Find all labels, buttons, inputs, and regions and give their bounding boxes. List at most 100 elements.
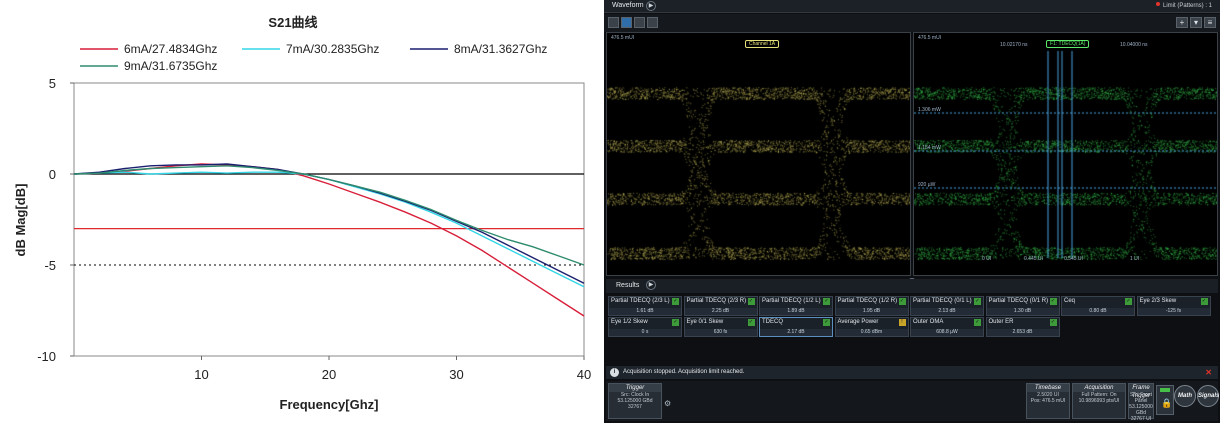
frame-trigger-panel[interactable]: Frame Trigger Src: Front Panel 53.125000… [1128, 383, 1154, 422]
bottom-control-bar: Trigger Src: Clock In 53.125000 GBd 3276… [606, 381, 1219, 422]
result-value: 2.25 dB [684, 308, 757, 315]
legend-label-3: 9mA/31.6735Ghz [124, 59, 217, 73]
result-cell[interactable]: Partial TDECQ (1/2 L) ✓ 1.89 dB [759, 296, 833, 316]
pass-check-icon: ✓ [974, 319, 981, 326]
result-cell[interactable]: Partial TDECQ (2/3 L) ✓ 1.61 dB [608, 296, 682, 316]
result-name: Partial TDECQ (2/3 L) [611, 298, 670, 304]
menu-icon[interactable]: ≡ [1204, 17, 1216, 28]
pass-check-icon: ✓ [823, 298, 830, 305]
result-cell[interactable]: Average Power! 0.65 dBm [834, 317, 909, 337]
eye-diagram-yellow [607, 33, 910, 275]
eye-pane-channel-1a[interactable]: 476.5 mUI Channel 1A [606, 32, 911, 276]
trigger-gear-icon[interactable]: ⚙ [664, 399, 671, 408]
close-icon[interactable]: ✕ [1205, 368, 1212, 377]
trigger-line-3: 32767 [628, 404, 642, 410]
pass-check-icon: ✓ [747, 298, 755, 305]
trigger-title: Trigger [609, 384, 661, 392]
signals-button[interactable]: Signals [1197, 385, 1219, 407]
legend-label-0: 6mA/27.4834Ghz [124, 42, 217, 56]
result-cell[interactable]: TDECQ ✓ 2.17 dB [759, 317, 833, 337]
frame-trigger-line-3: 32767 UI [1130, 416, 1152, 422]
math-button[interactable]: Math [1174, 385, 1196, 407]
chart-title: S21曲线 [268, 15, 317, 30]
waveform-play-icon[interactable]: ▶ [646, 1, 656, 11]
results-header: Results ▶ [606, 279, 1218, 293]
result-value: 0.80 dB [1062, 308, 1134, 315]
layout-grid-button[interactable] [647, 17, 658, 28]
pane-a-badge[interactable]: Channel 1A [745, 40, 780, 48]
trigger-panel[interactable]: Trigger Src: Clock In 53.125000 GBd 3276… [608, 383, 662, 419]
pass-check-icon: ✓ [974, 298, 981, 305]
status-bar: i Acquisition stopped. Acquisition limit… [606, 366, 1218, 379]
y-tick-label: 5 [49, 76, 56, 91]
result-name: Partial TDECQ (2/3 R) [686, 298, 747, 304]
result-value: 1.61 dB [609, 308, 681, 315]
result-cell[interactable]: Partial TDECQ (0/1 L) ✓ 2.13 dB [910, 296, 984, 316]
result-name: Outer ER [988, 319, 1014, 325]
eye-pane-tdecq[interactable]: 476.5 mUI F1: TDECQ(1A) 10.02170 ns 10.0… [913, 32, 1218, 276]
result-cell[interactable]: Partial TDECQ (2/3 R) ✓ 2.25 dB [683, 296, 758, 316]
waveform-toolbar: + ▾ ≡ [604, 14, 1220, 32]
result-value: 0 s [609, 329, 681, 336]
legend-label-2: 8mA/31.3627Ghz [454, 42, 547, 56]
acquisition-panel[interactable]: Acquisition Full Pattern: On 10.9896993 … [1072, 383, 1126, 419]
result-value: 0.65 dBm [835, 329, 908, 336]
result-name: Partial TDECQ (1/2 L) [762, 298, 821, 304]
pass-check-icon: ✓ [1049, 319, 1057, 326]
pass-check-icon: ✓ [747, 319, 755, 326]
result-name: Partial TDECQ (1/2 R) [837, 298, 898, 304]
ui-1-readout: 0.445 UI [1024, 256, 1043, 262]
pass-check-icon: ✓ [1125, 298, 1132, 305]
result-name: Partial TDECQ (0/1 L) [913, 298, 972, 304]
result-cell[interactable]: Partial TDECQ (0/1 R) ✓ 1.30 dB [985, 296, 1060, 316]
result-name: Eye 2/3 Skew [1139, 298, 1177, 304]
result-cell[interactable]: Ceq ✓ 0.80 dB [1061, 296, 1135, 316]
result-cell[interactable]: Eye 0/1 Skew ✓ 630 fs [683, 317, 758, 337]
result-cell[interactable]: Outer OMA ✓ 608.8 µW [910, 317, 984, 337]
result-value: 1.95 dB [835, 308, 908, 315]
acquisition-title: Acquisition [1073, 384, 1125, 392]
timebase-panel[interactable]: Timebase 2.5020 UI Pos: 476.5 mUI [1026, 383, 1070, 419]
timebase-title: Timebase [1027, 384, 1069, 392]
x-tick-label: 20 [322, 367, 336, 382]
pane-b-scale: 476.5 mUI [918, 35, 942, 41]
result-value: 2.17 dB [760, 329, 832, 336]
zoom-cross-icon[interactable]: + [1176, 17, 1188, 28]
result-cell[interactable]: Partial TDECQ (1/2 R) ✓ 1.95 dB [834, 296, 909, 316]
acquisition-line-2: 10.9896993 pts/UI [1078, 398, 1120, 404]
result-value: 1.30 dB [986, 308, 1059, 315]
s21-chart-panel: S21曲线 6mA/27.4834Ghz 7mA/30.2835Ghz 8mA/31… [0, 0, 604, 423]
results-play-icon[interactable]: ▶ [646, 280, 656, 290]
result-value: 630 fs [684, 329, 757, 336]
level-3-readout: 920 µW [918, 182, 936, 188]
pane-b-badge[interactable]: F1: TDECQ(1A) [1046, 40, 1090, 48]
result-cell[interactable]: Eye 2/3 Skew ✓ -125 fs [1136, 296, 1211, 316]
run-lock-button[interactable]: 🔒 [1156, 385, 1174, 415]
s21-chart: S21曲线 6mA/27.4834Ghz 7mA/30.2835Ghz 8mA/31… [13, 15, 591, 412]
time-right-readout: 10.04000 ns [1120, 42, 1148, 48]
legend-label-1: 7mA/30.2835Ghz [286, 42, 379, 56]
chart-legend: 6mA/27.4834Ghz 7mA/30.2835Ghz 8mA/31.3627G… [80, 42, 547, 73]
y-axis-label: dB Mag[dB] [13, 184, 28, 257]
y-tick-label: -10 [37, 349, 56, 364]
frame-trigger-title: Frame Trigger [1129, 384, 1153, 399]
dropdown-icon[interactable]: ▾ [1190, 17, 1202, 28]
pass-check-icon: ✓ [1049, 298, 1057, 305]
pane-a-scale: 476.5 mUI [611, 35, 635, 41]
pass-check-icon: ✓ [1200, 298, 1208, 305]
layout-stack-button[interactable] [634, 17, 645, 28]
x-tick-label: 40 [577, 367, 591, 382]
limit-dot-icon [1155, 2, 1160, 6]
waveform-title: Waveform [612, 2, 644, 9]
result-name: TDECQ [762, 319, 783, 325]
layout-split-button[interactable] [621, 17, 632, 28]
oscilloscope-window: Waveform ▶ Limit (Patterns) : 1 + ▾ ≡ 47… [604, 0, 1220, 423]
time-left-readout: 10.02170 ns [1000, 42, 1028, 48]
layout-single-button[interactable] [608, 17, 619, 28]
result-name: Eye 0/1 Skew [686, 319, 724, 325]
result-cell[interactable]: Outer ER ✓ 2.653 dB [985, 317, 1060, 337]
x-axis-label: Frequency[Ghz] [280, 397, 379, 412]
x-tick-label: 30 [449, 367, 463, 382]
result-cell[interactable]: Eye 1/2 Skew ✓ 0 s [608, 317, 682, 337]
ui-2-readout: 0.545 UI [1064, 256, 1083, 262]
